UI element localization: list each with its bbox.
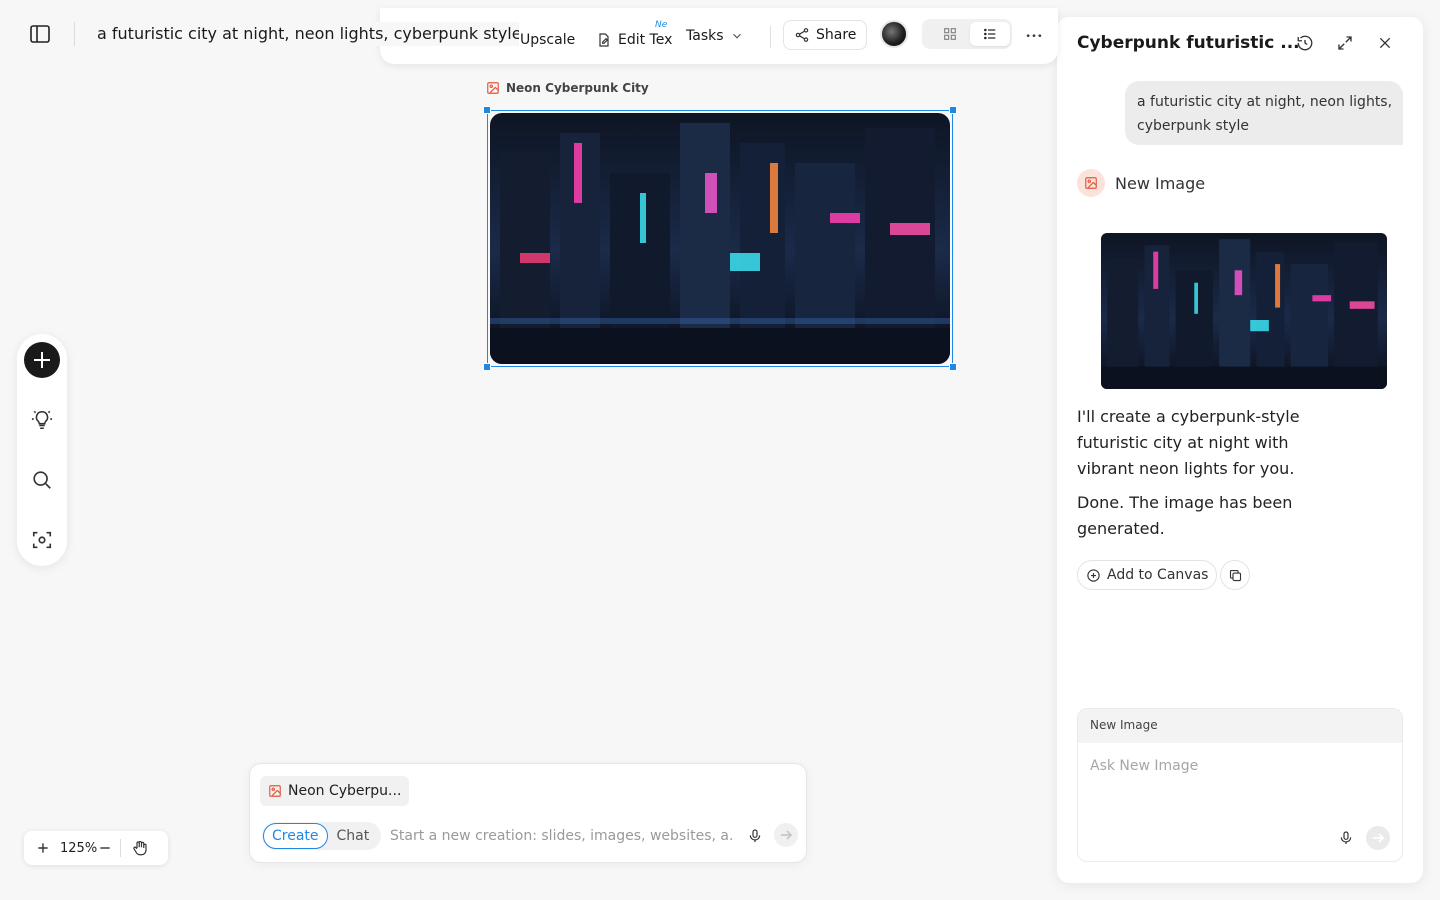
frame-label[interactable]: Neon Cyberpunk City (486, 81, 649, 95)
image-icon (268, 784, 282, 798)
creation-composer: Neon Cyberpu... Create Chat (249, 763, 807, 863)
expand-icon[interactable] (1333, 31, 1357, 55)
resize-handle-top-right[interactable] (949, 106, 957, 114)
generated-image-preview[interactable] (1101, 233, 1387, 389)
sidebar-toggle-icon[interactable] (28, 22, 52, 46)
mode-create-tab[interactable]: Create (263, 823, 328, 849)
panel-chat-input[interactable] (1090, 755, 1390, 777)
add-to-canvas-button[interactable]: Add to Canvas (1077, 560, 1218, 590)
zoom-in-icon[interactable] (36, 841, 50, 855)
share-icon (794, 27, 810, 43)
upscale-button[interactable]: Upscale (520, 26, 575, 54)
plus-circle-icon (1086, 568, 1101, 583)
search-icon[interactable] (24, 462, 60, 498)
history-icon[interactable] (1293, 31, 1317, 55)
generated-image (490, 113, 950, 364)
close-icon[interactable] (1373, 31, 1397, 55)
send-icon[interactable] (774, 823, 798, 847)
list-view-icon[interactable] (970, 22, 1010, 46)
resize-handle-bottom-left[interactable] (483, 363, 491, 371)
send-icon[interactable] (1366, 826, 1390, 850)
hand-tool-icon[interactable] (131, 839, 149, 857)
edit-text-label: Edit Tex (618, 32, 673, 48)
image-icon (1077, 169, 1105, 197)
tasks-label: Tasks (686, 28, 724, 44)
selected-image-frame[interactable] (483, 106, 957, 371)
tool-rail (17, 334, 67, 566)
more-options-icon[interactable] (1024, 24, 1044, 44)
focus-icon[interactable] (24, 522, 60, 558)
new-badge: Ne (655, 20, 668, 30)
zoom-level[interactable]: 125% (60, 841, 97, 856)
upscale-label: Upscale (520, 32, 576, 48)
edit-text-icon (596, 32, 612, 48)
microphone-icon[interactable] (1338, 829, 1354, 847)
avatar[interactable] (880, 20, 908, 48)
assistant-message: I'll create a cyberpunk-style futuristic… (1077, 407, 1300, 478)
chat-panel: Cyberpunk futuristic ... a futuristic ci… (1057, 17, 1423, 883)
share-button[interactable]: Share (783, 20, 868, 50)
copy-icon[interactable] (1220, 560, 1250, 590)
mode-chat-tab[interactable]: Chat (328, 828, 382, 844)
context-chip-label: Neon Cyberpu... (288, 783, 402, 799)
chevron-down-icon (730, 29, 744, 43)
image-icon (486, 81, 500, 95)
mode-toggle: Create Chat (262, 822, 382, 850)
tool-call-label: New Image (1115, 173, 1206, 193)
title-divider (74, 22, 75, 46)
edit-text-button[interactable]: Edit Tex (596, 26, 672, 54)
user-message: a futuristic city at night, neon lights,… (1125, 81, 1403, 145)
context-chip[interactable]: Neon Cyberpu... (260, 776, 410, 806)
view-toggle (922, 19, 1012, 49)
tool-call-header: New Image (1077, 169, 1205, 197)
resize-handle-bottom-right[interactable] (949, 363, 957, 371)
grid-view-icon[interactable] (932, 24, 968, 44)
tasks-dropdown[interactable]: Tasks (686, 22, 744, 50)
frame-label-text: Neon Cyberpunk City (506, 81, 649, 95)
zoom-out-icon[interactable] (98, 841, 112, 855)
share-label: Share (816, 27, 857, 43)
panel-composer: New Image (1077, 708, 1403, 862)
assistant-message-done: Done. The image has been generated. (1077, 493, 1293, 538)
zoom-controls: 125% (24, 831, 168, 865)
resize-handle-top-left[interactable] (483, 106, 491, 114)
document-title[interactable]: a futuristic city at night, neon lights,… (97, 22, 519, 46)
creation-input[interactable] (390, 824, 735, 848)
zoom-divider (120, 839, 121, 857)
microphone-icon[interactable] (747, 827, 763, 845)
panel-composer-header: New Image (1078, 709, 1402, 743)
lightbulb-icon[interactable] (24, 402, 60, 438)
add-to-canvas-label: Add to Canvas (1107, 567, 1209, 583)
toolbar-divider (770, 26, 771, 48)
add-button[interactable] (24, 342, 60, 378)
panel-title: Cyberpunk futuristic ... (1077, 33, 1300, 53)
